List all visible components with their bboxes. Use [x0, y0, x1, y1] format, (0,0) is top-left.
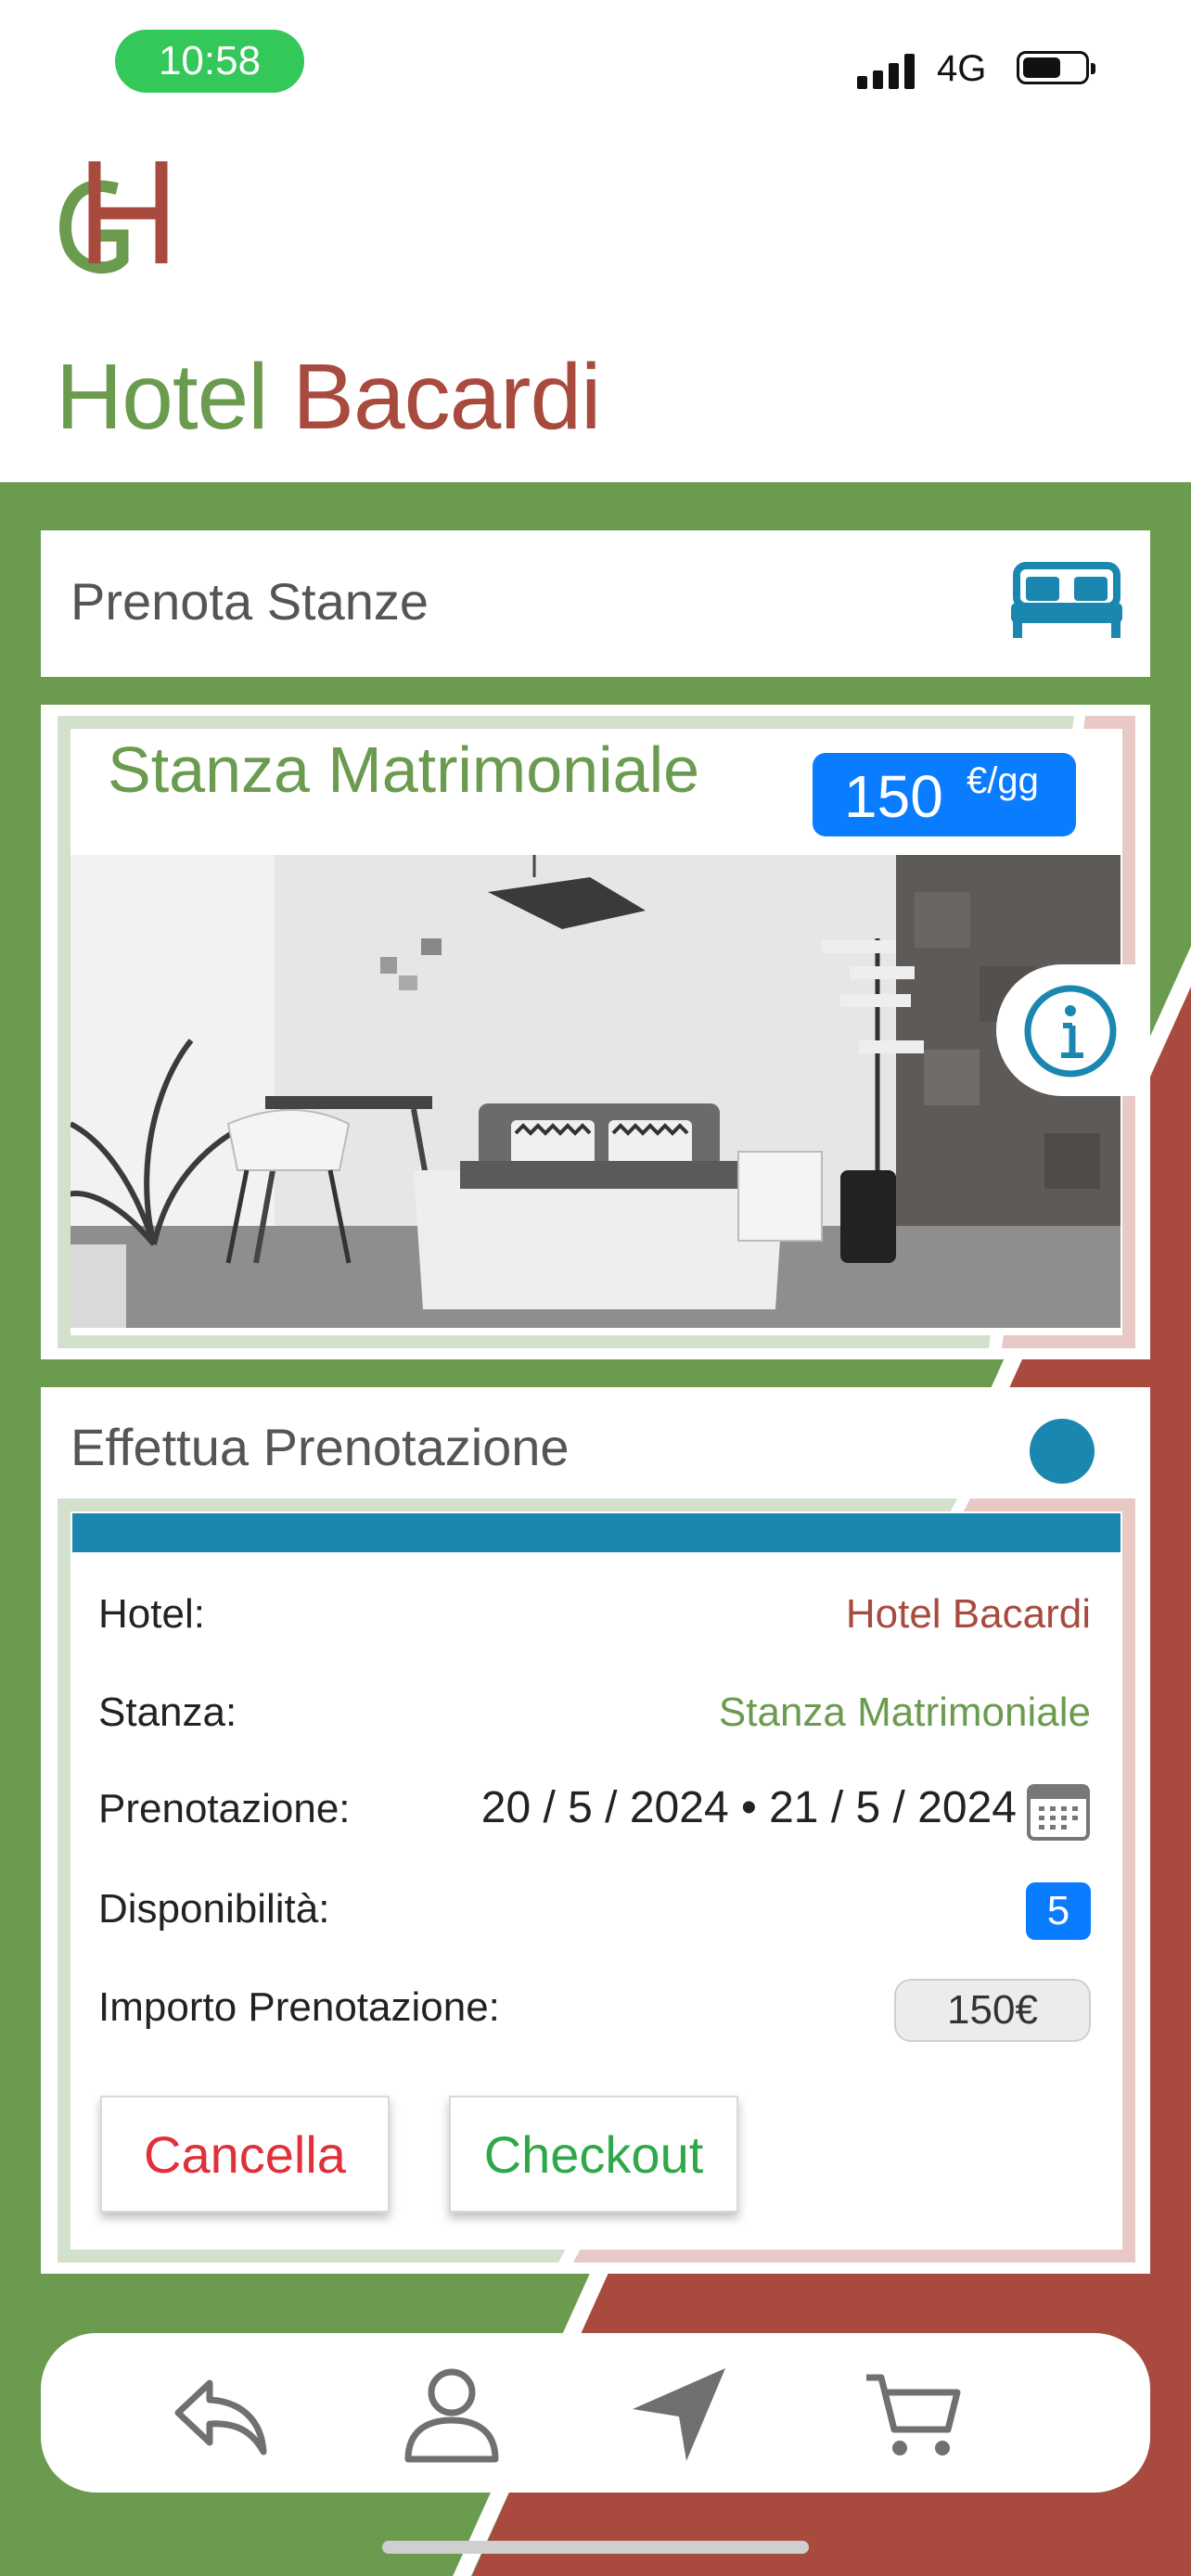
hotel-logo	[59, 161, 168, 274]
amount-label: Importo Prenotazione:	[98, 1984, 500, 2030]
room-info-button[interactable]	[996, 964, 1145, 1096]
navigation-icon[interactable]	[629, 2363, 731, 2465]
status-dot	[1030, 1419, 1095, 1484]
booking-section-title: Effettua Prenotazione	[70, 1418, 570, 1476]
availability-badge: 5	[1026, 1882, 1091, 1940]
calendar-icon[interactable]	[1026, 1780, 1091, 1842]
room-photo[interactable]	[70, 855, 1121, 1328]
title-part-name: Bacardi	[292, 345, 601, 449]
home-indicator[interactable]	[382, 2541, 809, 2554]
cancel-button[interactable]: Cancella	[100, 2096, 390, 2213]
user-icon[interactable]	[401, 2363, 503, 2465]
booking-header-bar	[72, 1513, 1121, 1552]
cart-icon[interactable]	[863, 2363, 965, 2465]
hotel-value: Hotel Bacardi	[845, 1591, 1091, 1637]
checkout-button[interactable]: Checkout	[449, 2096, 738, 2213]
info-icon[interactable]	[1022, 983, 1119, 1079]
rooms-section-header: Prenota Stanze	[41, 530, 1150, 677]
rooms-section-title: Prenota Stanze	[70, 572, 429, 631]
room-label: Stanza:	[98, 1690, 237, 1735]
bed-icon	[1011, 562, 1122, 638]
status-time: 10:58	[115, 30, 304, 93]
availability-label: Disponibilità:	[98, 1886, 330, 1932]
room-name: Stanza Matrimoniale	[108, 733, 700, 806]
battery-icon	[1017, 51, 1095, 84]
dates-label: Prenotazione:	[98, 1786, 351, 1831]
title-part-hotel: Hotel	[56, 345, 268, 449]
dates-value[interactable]: 20 / 5 / 2024 • 21 / 5 / 2024	[464, 1782, 1017, 1833]
hotel-label: Hotel:	[98, 1591, 205, 1637]
page-title: Hotel Bacardi	[56, 341, 601, 453]
price-unit: €/gg	[967, 760, 1039, 801]
price-badge: 150 €/gg	[813, 753, 1076, 836]
room-value: Stanza Matrimoniale	[718, 1690, 1091, 1735]
signal-icon	[857, 52, 915, 89]
status-bar: 10:58 4G	[0, 0, 1191, 130]
amount-value: 150€	[894, 1979, 1091, 2042]
network-label: 4G	[937, 48, 987, 89]
reply-icon[interactable]	[169, 2363, 271, 2465]
price-value: 150	[844, 763, 943, 830]
